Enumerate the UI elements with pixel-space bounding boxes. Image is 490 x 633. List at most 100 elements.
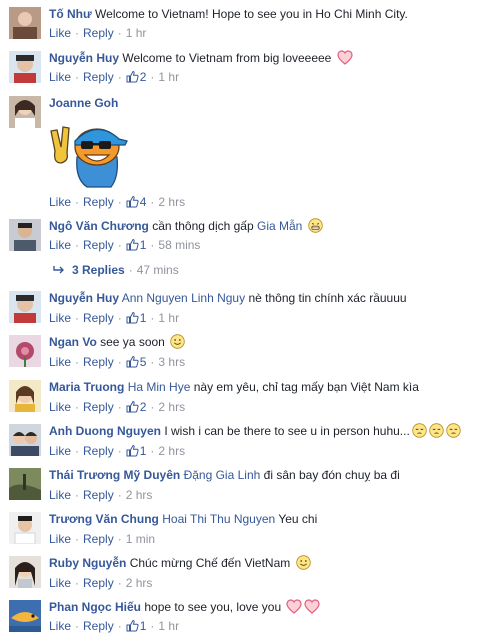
timestamp[interactable]: 2 hrs	[158, 444, 185, 458]
comment-author[interactable]: Ruby Nguyễn	[49, 556, 126, 570]
tagged-user[interactable]: Ann Nguyen Linh Nguy	[122, 291, 245, 305]
avatar[interactable]	[9, 219, 41, 251]
like-link[interactable]: Like	[49, 444, 71, 458]
tagged-user[interactable]: Ha Min Hye	[128, 380, 191, 394]
comment-author[interactable]: Maria Truong	[49, 380, 124, 394]
reply-link[interactable]: Reply	[83, 238, 114, 252]
separator: ·	[150, 400, 155, 414]
comment-author[interactable]: Ngô Văn Chương	[49, 219, 149, 233]
tagged-user[interactable]: Hoai Thi Thu Nguyen	[162, 512, 275, 526]
comment-author[interactable]: Phan Ngọc Hiếu	[49, 600, 141, 614]
like-link[interactable]: Like	[49, 355, 71, 369]
reply-link[interactable]: Reply	[83, 26, 114, 40]
comment-text: Welcome to Vietnam from big loveeeee	[122, 51, 332, 65]
reply-link[interactable]: Reply	[83, 70, 114, 84]
like-link[interactable]: Like	[49, 311, 71, 325]
avatar[interactable]	[9, 512, 41, 544]
reply-link[interactable]: Reply	[83, 619, 114, 633]
like-link[interactable]: Like	[49, 532, 71, 546]
avatar[interactable]	[9, 96, 41, 128]
reply-link[interactable]: Reply	[83, 311, 114, 325]
timestamp[interactable]: 2 hrs	[126, 576, 153, 590]
reply-link[interactable]: Reply	[83, 195, 114, 209]
separator: ·	[117, 238, 122, 252]
like-count[interactable]: 1	[126, 444, 146, 458]
avatar[interactable]	[9, 600, 41, 632]
comment-author[interactable]: Nguyễn Huy	[49, 51, 119, 65]
thumbs-up-icon	[126, 70, 139, 83]
grin-face-icon	[308, 218, 323, 233]
reply-link[interactable]: Reply	[83, 355, 114, 369]
comment-author[interactable]: Tố Như	[49, 7, 92, 21]
tagged-user[interactable]: Đặng Gia Linh	[184, 468, 261, 482]
timestamp[interactable]: 47 mins	[137, 263, 179, 277]
thumbs-up-icon	[126, 400, 139, 413]
separator: ·	[75, 355, 80, 369]
comment-text: nè thông tin chính xác rầuuuu	[248, 291, 407, 305]
like-link[interactable]: Like	[49, 400, 71, 414]
reply-link[interactable]: Reply	[83, 400, 114, 414]
like-count[interactable]: 5	[126, 355, 146, 369]
avatar[interactable]	[9, 291, 41, 323]
like-count[interactable]: 1	[126, 619, 146, 633]
like-link[interactable]: Like	[49, 576, 71, 590]
like-count[interactable]: 2	[126, 70, 146, 84]
view-replies-link[interactable]: 3 Replies · 47 mins	[53, 263, 179, 277]
replies-count[interactable]: 3 Replies	[72, 263, 125, 277]
separator: ·	[75, 238, 80, 252]
timestamp[interactable]: 2 hrs	[126, 488, 153, 502]
timestamp[interactable]: 1 hr	[158, 619, 179, 633]
timestamp[interactable]: 3 hrs	[158, 355, 185, 369]
avatar[interactable]	[9, 424, 41, 456]
separator: ·	[75, 70, 80, 84]
avatar[interactable]	[9, 380, 41, 412]
reply-link[interactable]: Reply	[83, 576, 114, 590]
tagged-user[interactable]: Gia Mẫn	[257, 219, 302, 233]
separator: ·	[117, 400, 122, 414]
timestamp[interactable]: 2 hrs	[158, 400, 185, 414]
reply-link[interactable]: Reply	[83, 488, 114, 502]
comment-author[interactable]: Anh Duong Nguyen	[49, 424, 161, 438]
comment-author[interactable]: Trương Văn Chung	[49, 512, 159, 526]
separator: ·	[150, 238, 155, 252]
thumbs-up-icon	[126, 311, 139, 324]
like-count[interactable]: 4	[126, 195, 146, 209]
timestamp[interactable]: 1 hr	[126, 26, 147, 40]
like-link[interactable]: Like	[49, 70, 71, 84]
separator: ·	[75, 488, 80, 502]
heart-outline-icon	[337, 50, 353, 65]
avatar[interactable]	[9, 7, 41, 39]
timestamp[interactable]: 1 min	[126, 532, 155, 546]
comment-author[interactable]: Joanne Goh	[49, 96, 118, 110]
avatar[interactable]	[9, 556, 41, 588]
like-count[interactable]: 1	[126, 311, 146, 325]
avatar[interactable]	[9, 51, 41, 83]
timestamp[interactable]: 1 hr	[158, 311, 179, 325]
heart-outline-icon	[304, 599, 321, 614]
separator: ·	[117, 488, 122, 502]
comment-author[interactable]: Thái Trương Mỹ Duyên	[49, 468, 180, 482]
like-link[interactable]: Like	[49, 488, 71, 502]
separator: ·	[117, 195, 122, 209]
comment-list: Tố Như Welcome to Vietnam! Hope to see y…	[0, 0, 490, 633]
separator: ·	[75, 532, 80, 546]
separator: ·	[150, 444, 155, 458]
separator: ·	[150, 195, 155, 209]
comment-author[interactable]: Ngan Vo	[49, 335, 97, 349]
like-link[interactable]: Like	[49, 26, 71, 40]
avatar[interactable]	[9, 335, 41, 367]
timestamp[interactable]: 1 hr	[158, 70, 179, 84]
reply-link[interactable]: Reply	[83, 532, 114, 546]
like-count[interactable]: 2	[126, 400, 146, 414]
like-link[interactable]: Like	[49, 619, 71, 633]
timestamp[interactable]: 58 mins	[158, 238, 200, 252]
like-link[interactable]: Like	[49, 195, 71, 209]
like-link[interactable]: Like	[49, 238, 71, 252]
timestamp[interactable]: 2 hrs	[158, 195, 185, 209]
like-count[interactable]: 1	[126, 238, 146, 252]
comment-author[interactable]: Nguyễn Huy	[49, 291, 119, 305]
separator: ·	[117, 311, 122, 325]
avatar[interactable]	[9, 468, 41, 500]
heart-outline-icon	[286, 599, 303, 614]
reply-link[interactable]: Reply	[83, 444, 114, 458]
